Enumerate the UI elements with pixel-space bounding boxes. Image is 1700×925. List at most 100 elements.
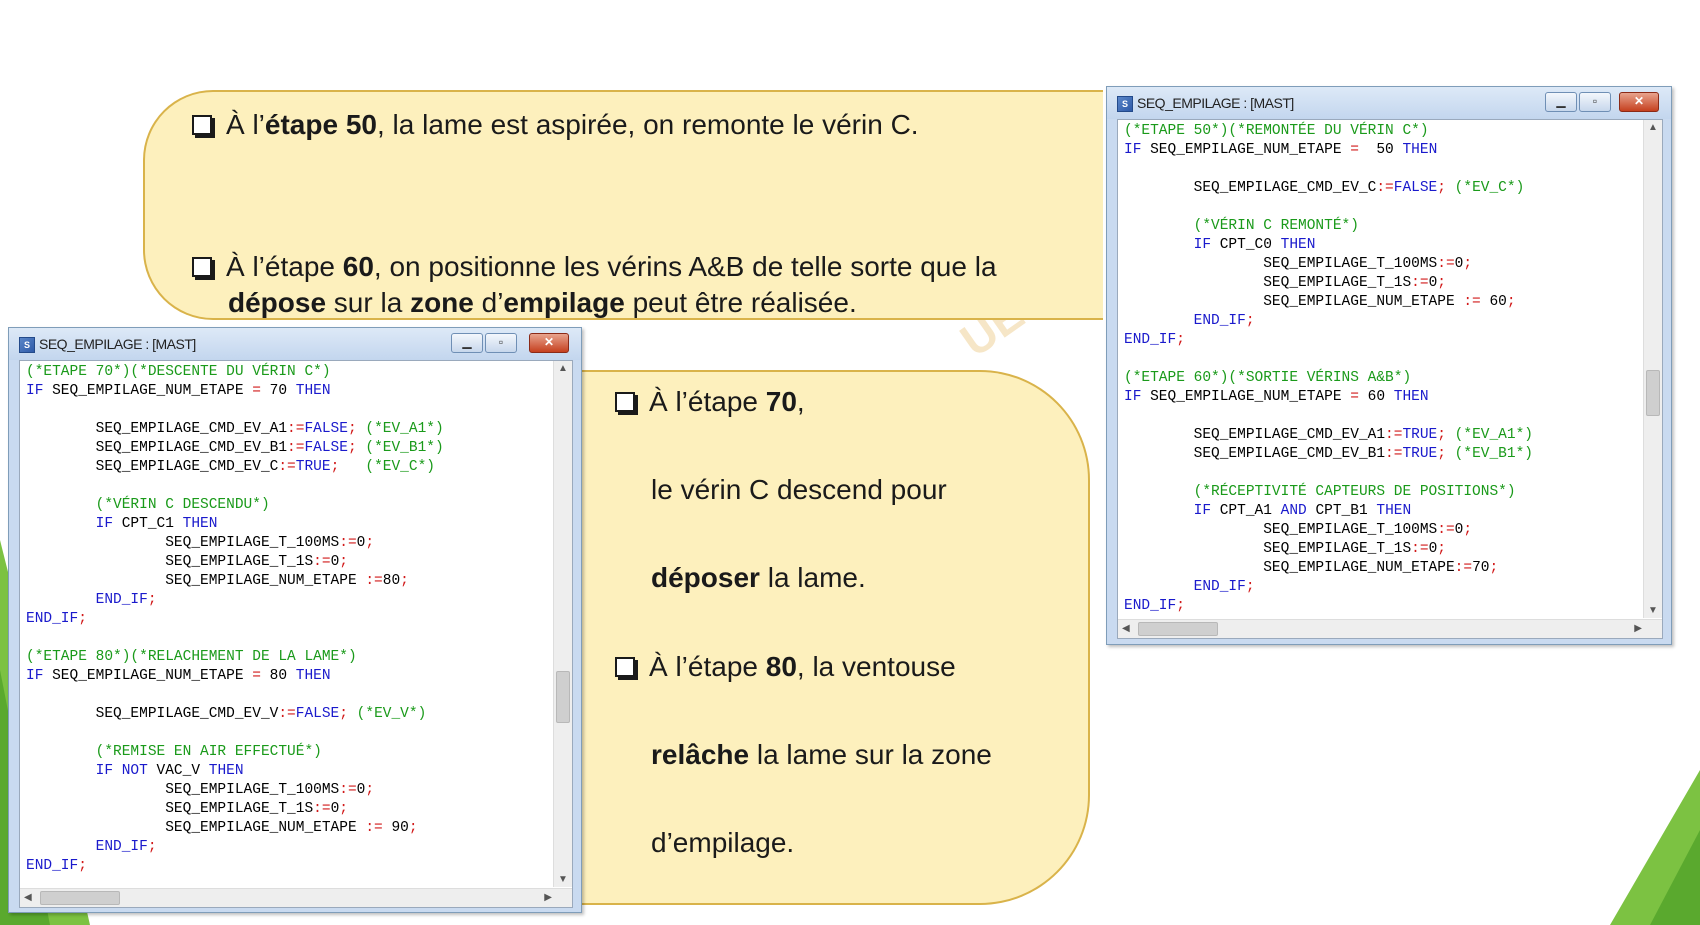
vertical-scrollbar[interactable]: ▲ ▼: [553, 361, 572, 887]
code-line: SEQ_EMPILAGE_NUM_ETAPE :=80;: [26, 573, 409, 589]
checkbox-bullet-icon: [192, 115, 212, 135]
scroll-down-icon[interactable]: ▼: [558, 874, 568, 885]
maximize-button[interactable]: ▫: [1579, 92, 1611, 112]
code-line: (*VÉRIN C REMONTÉ*): [1124, 218, 1359, 234]
code-text[interactable]: (*ETAPE 70*)(*DESCENTE DU VÉRIN C*) IF SE…: [26, 363, 444, 876]
code-line: SEQ_EMPILAGE_T_100MS:=0;: [26, 535, 375, 551]
scroll-right-icon[interactable]: ▶: [1634, 623, 1642, 634]
checkbox-bullet-icon: [192, 257, 212, 277]
code-editor[interactable]: (*ETAPE 70*)(*DESCENTE DU VÉRIN C*) IF SE…: [19, 360, 573, 908]
bullet-step-60-cont: dépose sur la zone d’empilage peut être …: [228, 287, 857, 318]
code-line: (*ETAPE 80*)(*RELACHEMENT DE LA LAME*): [26, 649, 357, 665]
code-line: IF SEQ_EMPILAGE_NUM_ETAPE = 60 THEN: [1124, 389, 1429, 405]
scroll-thumb[interactable]: [1646, 370, 1660, 416]
code-line: SEQ_EMPILAGE_CMD_EV_A1:=FALSE; (*EV_A1*): [26, 421, 444, 437]
code-line: SEQ_EMPILAGE_NUM_ETAPE:=70;: [1124, 560, 1499, 576]
code-line: SEQ_EMPILAGE_T_100MS:=0;: [26, 782, 375, 798]
minimize-button[interactable]: ▁: [451, 333, 483, 353]
explanation-bubble-mid: [560, 370, 1090, 905]
code-line: (*ETAPE 60*)(*SORTIE VÉRINS A&B*): [1124, 370, 1412, 386]
scroll-up-icon[interactable]: ▲: [1648, 122, 1658, 133]
horizontal-scrollbar[interactable]: ◀ ▶: [20, 888, 572, 907]
window-titlebar[interactable]: S SEQ_EMPILAGE : [MAST] ▁ ▫ ✕: [9, 328, 581, 360]
checkbox-bullet-icon: [615, 657, 635, 677]
scroll-right-icon[interactable]: ▶: [544, 892, 552, 903]
scroll-down-icon[interactable]: ▼: [1648, 605, 1658, 616]
code-line: IF CPT_C0 THEN: [1124, 237, 1316, 253]
scroll-thumb[interactable]: [556, 671, 570, 723]
code-line: IF NOT VAC_V THEN: [26, 763, 244, 779]
code-line: (*ETAPE 50*)(*REMONTÉE DU VÉRIN C*): [1124, 123, 1429, 139]
code-line: (*ETAPE 70*)(*DESCENTE DU VÉRIN C*): [26, 364, 331, 380]
code-line: IF SEQ_EMPILAGE_NUM_ETAPE = 70 THEN: [26, 383, 331, 399]
scroll-left-icon[interactable]: ◀: [24, 892, 32, 903]
window-title: SEQ_EMPILAGE : [MAST]: [1137, 95, 1294, 111]
code-line: SEQ_EMPILAGE_CMD_EV_A1:=TRUE; (*EV_A1*): [1124, 427, 1533, 443]
code-window-right[interactable]: S SEQ_EMPILAGE : [MAST] ▁ ▫ ✕ (*ETAPE 50…: [1106, 86, 1672, 645]
code-line: END_IF;: [26, 611, 87, 627]
code-line: END_IF;: [26, 839, 157, 855]
code-window-left[interactable]: S SEQ_EMPILAGE : [MAST] ▁ ▫ ✕ (*ETAPE 70…: [8, 327, 582, 913]
code-line: IF CPT_C1 THEN: [26, 516, 218, 532]
bullet-step-70-line3: déposer la lame.: [651, 562, 866, 593]
code-line: SEQ_EMPILAGE_T_1S:=0;: [1124, 541, 1446, 557]
bullet-step-80-line2: relâche la lame sur la zone: [651, 739, 992, 770]
code-line: IF SEQ_EMPILAGE_NUM_ETAPE = 50 THEN: [1124, 142, 1438, 158]
bullet-step-80-line3: d’empilage.: [651, 827, 795, 858]
vertical-scrollbar[interactable]: ▲ ▼: [1643, 120, 1662, 618]
code-line: SEQ_EMPILAGE_T_100MS:=0;: [1124, 522, 1473, 538]
app-icon: S: [1117, 96, 1133, 112]
bullet-step-60: À l’étape 60, on positionne les vérins A…: [192, 249, 997, 285]
close-button[interactable]: ✕: [1619, 92, 1659, 112]
green-corner-right: [1610, 770, 1700, 925]
code-line: END_IF;: [1124, 598, 1185, 614]
bullet-step-70: À l’étape 70,: [615, 384, 805, 420]
code-line: SEQ_EMPILAGE_NUM_ETAPE := 90;: [26, 820, 418, 836]
code-line: SEQ_EMPILAGE_T_100MS:=0;: [1124, 256, 1473, 272]
horizontal-scrollbar[interactable]: ◀ ▶: [1118, 619, 1662, 638]
checkbox-bullet-icon: [615, 392, 635, 412]
code-line: SEQ_EMPILAGE_CMD_EV_B1:=FALSE; (*EV_B1*): [26, 440, 444, 456]
code-line: SEQ_EMPILAGE_T_1S:=0;: [26, 801, 348, 817]
code-line: END_IF;: [26, 858, 87, 874]
code-line: END_IF;: [26, 592, 157, 608]
code-line: SEQ_EMPILAGE_T_1S:=0;: [1124, 275, 1446, 291]
minimize-button[interactable]: ▁: [1545, 92, 1577, 112]
code-editor[interactable]: (*ETAPE 50*)(*REMONTÉE DU VÉRIN C*) IF SE…: [1117, 119, 1663, 639]
maximize-button[interactable]: ▫: [485, 333, 517, 353]
bullet-step-50: À l’étape 50, la lame est aspirée, on re…: [192, 107, 919, 143]
code-line: (*RÉCEPTIVITÉ CAPTEURS DE POSITIONS*): [1124, 484, 1516, 500]
window-titlebar[interactable]: S SEQ_EMPILAGE : [MAST] ▁ ▫ ✕: [1107, 87, 1671, 119]
bullet-step-80: À l’étape 80, la ventouse: [615, 649, 956, 685]
code-line: END_IF;: [1124, 579, 1255, 595]
bullet-step-70-line2: le vérin C descend pour: [651, 474, 947, 505]
scroll-up-icon[interactable]: ▲: [558, 363, 568, 374]
code-line: SEQ_EMPILAGE_CMD_EV_C:=FALSE; (*EV_C*): [1124, 180, 1525, 196]
code-line: END_IF;: [1124, 332, 1185, 348]
scroll-thumb-h[interactable]: [1138, 622, 1218, 636]
code-line: SEQ_EMPILAGE_CMD_EV_B1:=TRUE; (*EV_B1*): [1124, 446, 1533, 462]
code-line: (*REMISE EN AIR EFFECTUÉ*): [26, 744, 322, 760]
window-title: SEQ_EMPILAGE : [MAST]: [39, 336, 196, 352]
scroll-left-icon[interactable]: ◀: [1122, 623, 1130, 634]
code-line: END_IF;: [1124, 313, 1255, 329]
code-line: SEQ_EMPILAGE_CMD_EV_V:=FALSE; (*EV_V*): [26, 706, 427, 722]
scroll-thumb-h[interactable]: [40, 891, 120, 905]
app-icon: S: [19, 337, 35, 353]
code-line: IF SEQ_EMPILAGE_NUM_ETAPE = 80 THEN: [26, 668, 331, 684]
code-line: SEQ_EMPILAGE_CMD_EV_C:=TRUE; (*EV_C*): [26, 459, 435, 475]
code-text[interactable]: (*ETAPE 50*)(*REMONTÉE DU VÉRIN C*) IF SE…: [1124, 122, 1533, 616]
code-line: SEQ_EMPILAGE_T_1S:=0;: [26, 554, 348, 570]
code-line: SEQ_EMPILAGE_NUM_ETAPE := 60;: [1124, 294, 1516, 310]
close-button[interactable]: ✕: [529, 333, 569, 353]
